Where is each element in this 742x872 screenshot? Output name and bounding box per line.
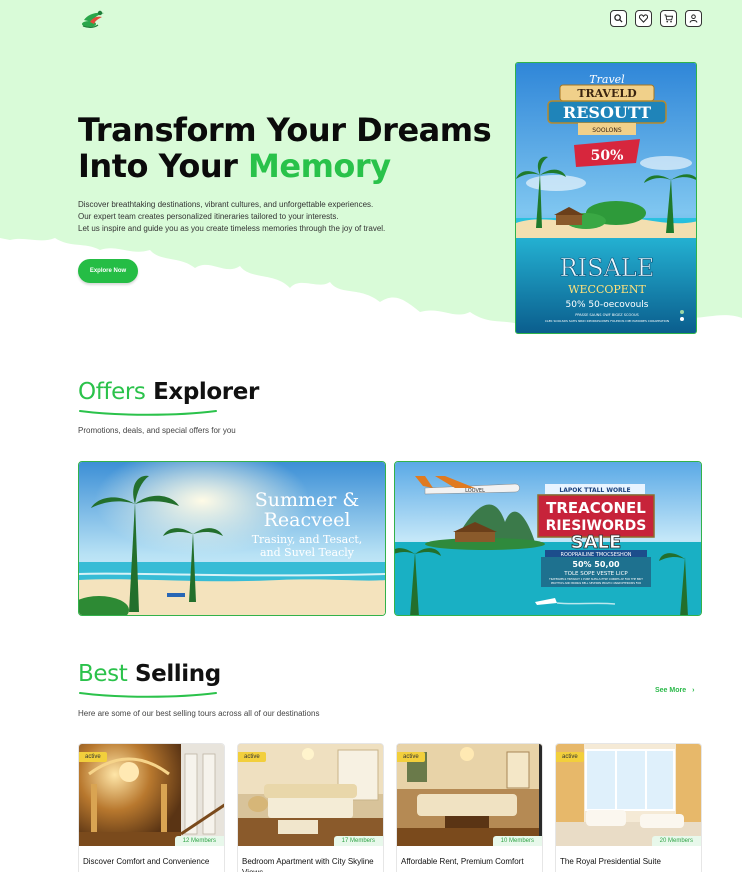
status-badge: active xyxy=(556,752,584,762)
hero-title-line2-prefix: Into Your xyxy=(78,147,249,185)
tour-card-image: active 12 Members xyxy=(79,744,224,846)
chevron-right-icon: › xyxy=(692,687,695,694)
hero-desc-line: Our expert team creates personalized iti… xyxy=(78,212,339,221)
offers-title-underline xyxy=(79,410,217,416)
hero-title-line1: Transform Your Dreams xyxy=(78,111,492,149)
offer2-plane-text: LOOVEL xyxy=(465,488,485,494)
offer2-top-text: LAPOK TTALL WORLE xyxy=(559,487,630,494)
tour-card[interactable]: active 10 Members Affordable Rent, Premi… xyxy=(396,743,543,872)
hero-description: Discover breathtaking destinations, vibr… xyxy=(78,199,438,235)
offer-card-summer[interactable]: Summer & Reacveel Trasiny, and Tesact, a… xyxy=(78,461,386,616)
promo-small-text: CLEK SOOLSDS SATIS NRID RPORKPLOISES FOL… xyxy=(545,319,669,323)
best-selling-title: Best Selling xyxy=(78,661,221,687)
heart-icon xyxy=(639,14,648,23)
hero-desc-line: Let us inspire and guide you as you crea… xyxy=(78,224,386,233)
carousel-dot-active[interactable] xyxy=(680,317,684,321)
best-title-accent: Best xyxy=(78,661,128,687)
promo-banner1: TRAVELD xyxy=(577,87,637,100)
see-more-link[interactable]: See More › xyxy=(655,687,694,694)
best-title-rest: Selling xyxy=(127,661,221,687)
account-button[interactable] xyxy=(685,10,702,27)
offer-card-sale[interactable]: LOOVEL LAPOK TTALL WORLE TREACONEL RIESI… xyxy=(394,461,702,616)
explore-now-button[interactable]: Explore Now xyxy=(78,259,138,283)
cart-icon xyxy=(664,14,673,23)
offer1-line3: Trasiny, and Tesact, xyxy=(252,533,363,546)
promo-banner2: RESOUTT xyxy=(563,103,651,122)
tour-card-image: active 10 Members xyxy=(397,744,542,846)
offer2-small3: PROTTIOS AND BRINGS BELL SEVERIIN PRIGTI… xyxy=(551,581,641,585)
members-badge: 20 Members xyxy=(651,836,701,846)
wishlist-button[interactable] xyxy=(635,10,652,27)
promo-script-text: Travel xyxy=(589,73,625,86)
carousel-indicators xyxy=(680,310,684,321)
best-subtitle: Here are some of our best selling tours … xyxy=(78,709,320,718)
members-badge: 17 Members xyxy=(333,836,383,846)
offer2-small1: TOLE SOPE VESTE LICP xyxy=(563,571,628,577)
hero-promo-image[interactable]: Travel TRAVELD RESOUTT SOOLONS 50% RISAL… xyxy=(515,62,697,334)
tour-card[interactable]: active 12 Members Discover Comfort and C… xyxy=(78,743,225,872)
offer2-line3: SALE xyxy=(571,532,622,553)
search-icon xyxy=(614,14,623,23)
hero-title-accent: Memory xyxy=(248,147,391,185)
offers-title-accent: Offers xyxy=(78,379,146,405)
tour-card[interactable]: active 17 Members Bedroom Apartment with… xyxy=(237,743,384,872)
logo-icon[interactable] xyxy=(80,8,108,30)
status-badge: active xyxy=(79,752,107,762)
search-button[interactable] xyxy=(610,10,627,27)
offer2-pct: 50% 50,00 xyxy=(572,560,620,569)
tour-card[interactable]: active 20 Members The Royal Presidential… xyxy=(555,743,702,872)
offer2-small2: TRATERWELS TREWAOT 1 PURE SUELLS ETSE CO… xyxy=(549,577,643,581)
carousel-dot[interactable] xyxy=(680,310,684,314)
hero-desc-line: Discover breathtaking destinations, vibr… xyxy=(78,200,374,209)
tour-card-title: Bedroom Apartment with City Skyline View… xyxy=(242,857,374,872)
offers-section-title: Offers Explorer xyxy=(78,379,259,405)
offer2-line1: TREACONEL xyxy=(546,499,646,517)
offer1-line1: Summer & xyxy=(255,489,360,511)
hero-title: Transform Your Dreams Into Your Memory xyxy=(78,111,492,185)
members-badge: 10 Members xyxy=(492,836,542,846)
promo-badge: 50% xyxy=(591,148,624,164)
members-badge: 12 Members xyxy=(174,836,224,846)
see-more-label: See More xyxy=(655,687,687,694)
tour-card-image: active 17 Members xyxy=(238,744,383,846)
top-navigation-bar xyxy=(0,0,742,40)
promo-line-text: 50% 50-oecovouls xyxy=(566,300,649,310)
promo-big-text: RISALE xyxy=(560,254,655,282)
offers-subtitle: Promotions, deals, and special offers fo… xyxy=(78,426,236,435)
status-badge: active xyxy=(238,752,266,762)
tour-card-title: Discover Comfort and Convenience xyxy=(83,857,210,866)
tour-card-image: active 20 Members xyxy=(556,744,701,846)
status-badge: active xyxy=(397,752,425,762)
user-icon xyxy=(689,14,698,23)
offer1-line4: and Suvel Teacly xyxy=(260,546,355,559)
promo-sub-text: WECCOPENT xyxy=(568,283,646,296)
promo-small-text: PPASSE SAUNS OWF BIGEZ SCOOUS xyxy=(575,313,639,317)
promo-banner3: SOOLONS xyxy=(592,127,622,134)
offer1-line2: Reacveel xyxy=(264,509,351,531)
tour-card-title: Affordable Rent, Premium Comfort xyxy=(401,857,524,866)
offers-title-rest: Explorer xyxy=(145,379,259,405)
cart-button[interactable] xyxy=(660,10,677,27)
tour-card-title: The Royal Presidential Suite xyxy=(560,857,661,866)
best-title-underline xyxy=(79,692,217,698)
